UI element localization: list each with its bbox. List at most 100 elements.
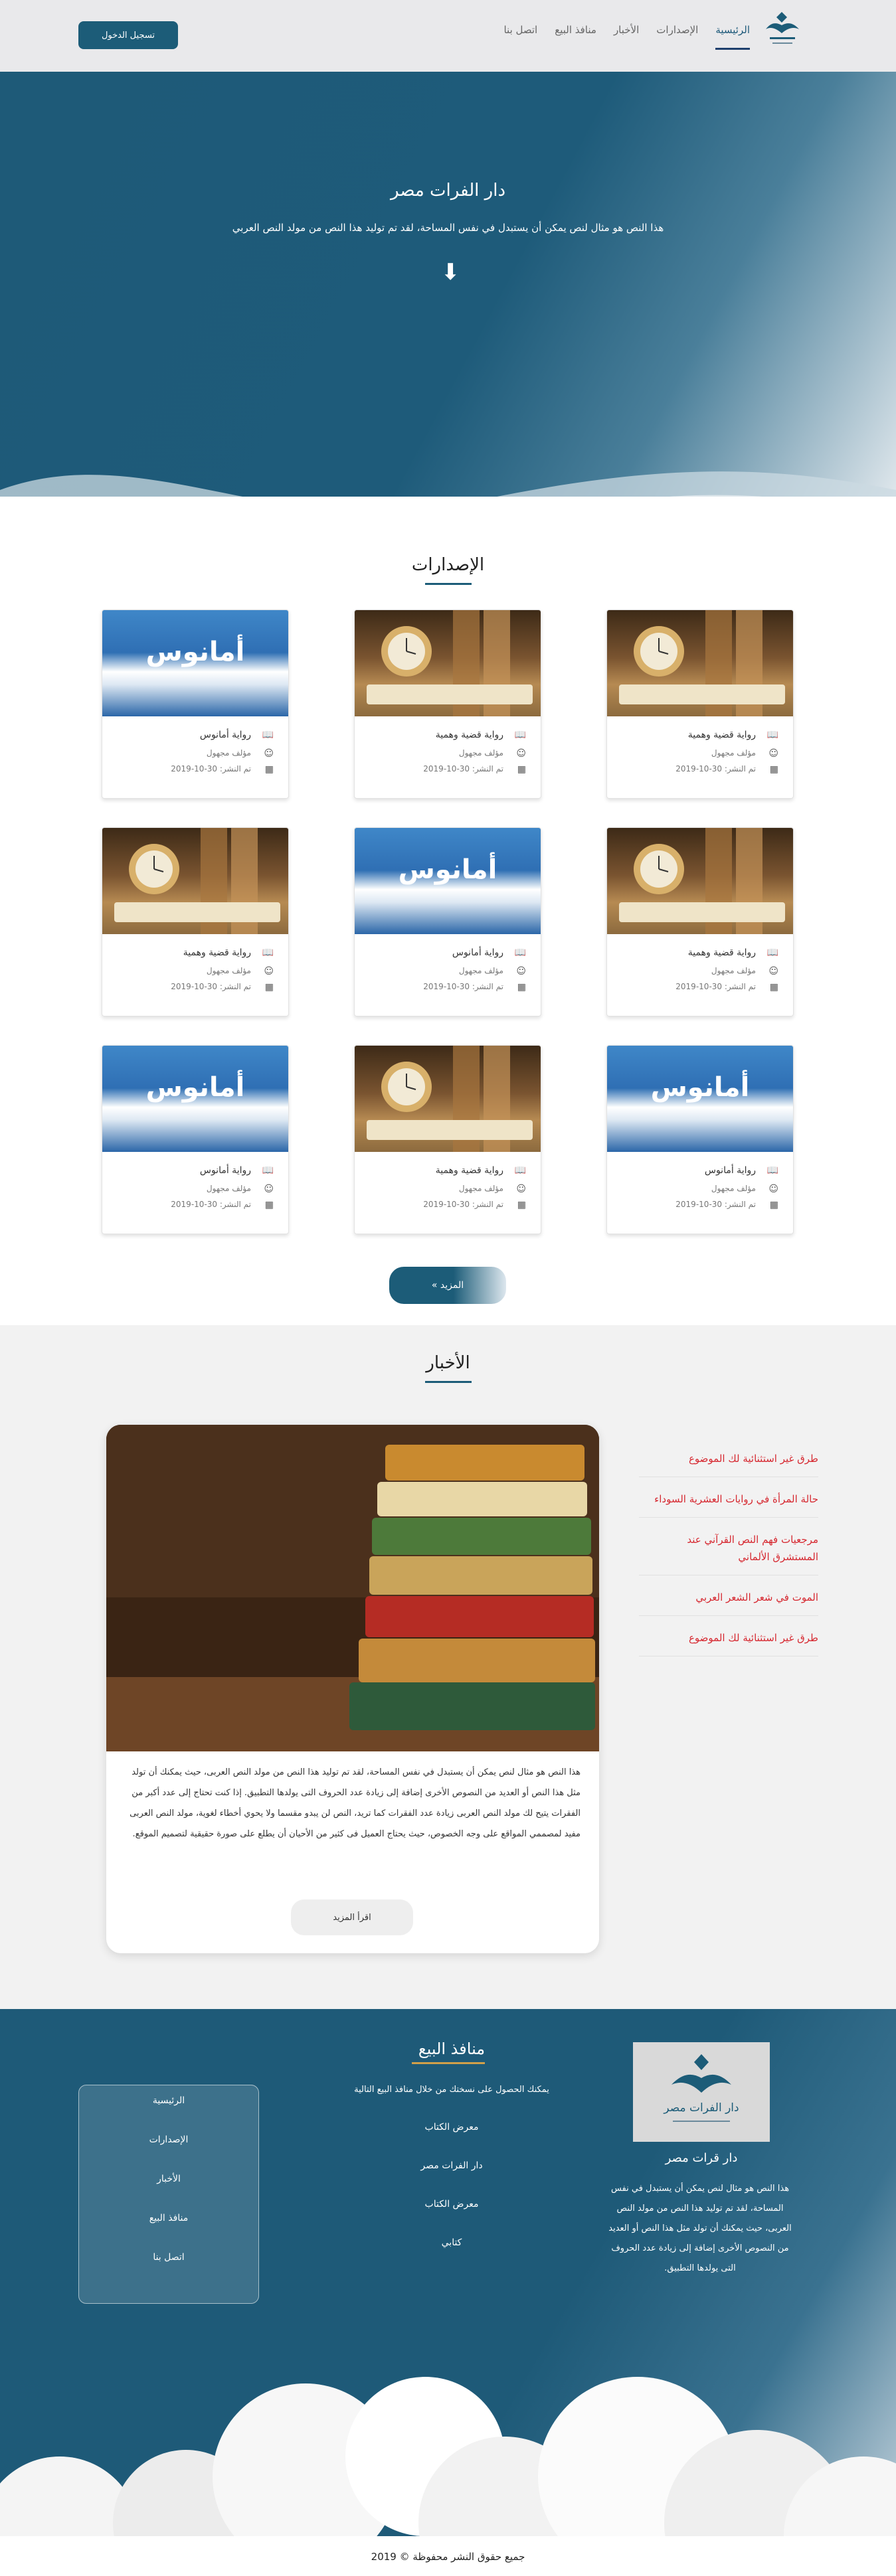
- book-author: مؤلف مجهول: [458, 748, 503, 758]
- release-card[interactable]: أمانوس 📖 رواية أمانوس ☺ مؤلف مجهول ▦ تم النشر:…: [606, 1045, 794, 1234]
- user-icon: ☺: [264, 1184, 274, 1194]
- book-icon: 📖: [766, 1165, 778, 1176]
- releases-underline: [425, 583, 472, 585]
- user-icon: ☺: [516, 748, 526, 759]
- book-title[interactable]: رواية أمانوس: [705, 1165, 756, 1176]
- footer-link-sales[interactable]: منافذ البيع: [78, 2213, 259, 2252]
- more-button[interactable]: المزيد »: [389, 1267, 506, 1304]
- arrow-down-icon[interactable]: ⬇: [441, 259, 460, 285]
- book-cover[interactable]: أمانوس: [355, 828, 541, 934]
- nav-link-home[interactable]: الرئيسية: [715, 24, 750, 50]
- book-date: تم النشر: 30-10-2019: [675, 982, 756, 991]
- news-card: هذا النص هو مثال لنص يمكن أن يستبدل في ن…: [106, 1425, 599, 1953]
- book-title[interactable]: رواية أمانوس: [200, 1165, 251, 1176]
- news-body: هذا النص هو مثال لنص يمكن أن يستبدل في ن…: [130, 1767, 581, 1839]
- calendar-icon: ▦: [517, 764, 526, 775]
- sales-point: معرض الكتاب: [424, 2199, 479, 2210]
- logo-icon[interactable]: [762, 11, 803, 53]
- news-link[interactable]: حالة المرأة في روايات العشرية السوداء: [639, 1487, 818, 1518]
- book-cover[interactable]: [355, 1046, 541, 1152]
- calendar-icon: ▦: [769, 982, 778, 993]
- news-image: [106, 1425, 599, 1751]
- hero-waves: [0, 471, 896, 497]
- news-underline: [425, 1381, 472, 1383]
- release-card[interactable]: 📖 رواية قضية وهمية ☺ مؤلف مجهول ▦ تم النشر: 3…: [606, 827, 794, 1016]
- book-title[interactable]: رواية قضية وهمية: [183, 947, 251, 958]
- read-more-button[interactable]: اقرأ المزيد: [291, 1899, 413, 1935]
- book-title[interactable]: رواية أمانوس: [452, 947, 503, 958]
- book-date: تم النشر: 30-10-2019: [423, 1200, 503, 1209]
- footer-brand: دار قرات مصر: [665, 2151, 738, 2165]
- book-date: تم النشر: 30-10-2019: [675, 764, 756, 773]
- release-card[interactable]: 📖 رواية قضية وهمية ☺ مؤلف مجهول ▦ تم النشر: 3…: [102, 827, 289, 1016]
- release-card[interactable]: أمانوس 📖 رواية أمانوس ☺ مؤلف مجهول ▦ تم النشر:…: [102, 609, 289, 799]
- sales-point: كتابي: [441, 2237, 462, 2248]
- footer-link-releases[interactable]: الإصدارات: [78, 2134, 259, 2174]
- footer-link-contact[interactable]: اتصل بنا: [78, 2252, 259, 2291]
- calendar-icon: ▦: [769, 1200, 778, 1210]
- release-card[interactable]: 📖 رواية قضية وهمية ☺ مؤلف مجهول ▦ تم النشر: 3…: [606, 609, 794, 799]
- cover-caption: أمانوس: [398, 854, 497, 885]
- book-title[interactable]: رواية قضية وهمية: [688, 947, 756, 958]
- calendar-icon: ▦: [264, 764, 274, 775]
- release-card[interactable]: 📖 رواية قضية وهمية ☺ مؤلف مجهول ▦ تم النشر: 3…: [354, 609, 541, 799]
- cover-caption: أمانوس: [145, 1072, 245, 1103]
- book-date: تم النشر: 30-10-2019: [171, 1200, 251, 1209]
- book-author: مؤلف مجهول: [711, 1184, 756, 1193]
- book-author: مؤلف مجهول: [206, 966, 251, 975]
- book-title[interactable]: رواية قضية وهمية: [688, 730, 756, 740]
- release-card[interactable]: أمانوس 📖 رواية أمانوس ☺ مؤلف مجهول ▦ تم النشر:…: [102, 1045, 289, 1234]
- news-links: طرق غير استثنائية لك الموضوع حالة المرأة…: [639, 1446, 818, 1666]
- book-cover[interactable]: [355, 610, 541, 716]
- user-icon: ☺: [516, 1184, 526, 1194]
- book-cover[interactable]: أمانوس: [102, 1046, 288, 1152]
- clock-cover-art: [367, 610, 533, 716]
- books-stack-image: [106, 1425, 599, 1751]
- news-link[interactable]: طرق غير استثنائية لك الموضوع: [639, 1446, 818, 1477]
- nav-link-sales[interactable]: منافذ البيع: [555, 24, 596, 50]
- news-link[interactable]: طرق غير استثنائية لك الموضوع: [639, 1625, 818, 1656]
- news-link[interactable]: مرجعيات فهم النص القرآني عند المستشرق ال…: [639, 1527, 818, 1575]
- clock-cover-art: [114, 828, 280, 934]
- release-card[interactable]: أمانوس 📖 رواية أمانوس ☺ مؤلف مجهول ▦ تم النشر:…: [354, 827, 541, 1016]
- calendar-icon: ▦: [769, 764, 778, 775]
- footer-link-news[interactable]: الأخبار: [78, 2174, 259, 2213]
- user-icon: ☺: [768, 1184, 778, 1194]
- news-title: الأخبار: [426, 1353, 470, 1373]
- nav-link-contact[interactable]: اتصل بنا: [503, 24, 537, 50]
- footer-link-home[interactable]: الرئيسية: [78, 2095, 259, 2134]
- news-link[interactable]: الموت في شعر الشعر العربي: [639, 1585, 818, 1616]
- footer-nav-list: الرئيسية الإصدارات الأخبار منافذ البيع ا…: [78, 2095, 259, 2291]
- nav-link-news[interactable]: الأخبار: [614, 24, 639, 50]
- book-title[interactable]: رواية أمانوس: [200, 730, 251, 740]
- book-cover[interactable]: أمانوس: [607, 1046, 793, 1152]
- book-author: مؤلف مجهول: [206, 1184, 251, 1193]
- book-icon: 📖: [514, 947, 526, 958]
- book-icon: 📖: [766, 947, 778, 958]
- book-cover[interactable]: [607, 828, 793, 934]
- footer-logo-icon: دار الفرات مصر: [663, 2054, 739, 2122]
- book-author: مؤلف مجهول: [458, 966, 503, 975]
- book-title[interactable]: رواية قضية وهمية: [436, 1165, 503, 1176]
- hero-title: دار الفرات مصر: [390, 181, 506, 201]
- release-card[interactable]: 📖 رواية قضية وهمية ☺ مؤلف مجهول ▦ تم النشر: 3…: [354, 1045, 541, 1234]
- footer-logo-text: دار الفرات مصر: [663, 2101, 739, 2115]
- user-icon: ☺: [264, 966, 274, 977]
- footer-sales-title: منافذ البيع: [418, 2040, 486, 2058]
- footer-logo[interactable]: دار الفرات مصر: [633, 2042, 770, 2142]
- user-icon: ☺: [264, 748, 274, 759]
- book-cover[interactable]: أمانوس: [102, 610, 288, 716]
- book-icon: 📖: [262, 947, 274, 958]
- book-cover[interactable]: [607, 610, 793, 716]
- login-button[interactable]: تسجيل الدخول: [78, 21, 178, 49]
- calendar-icon: ▦: [264, 982, 274, 993]
- user-icon: ☺: [768, 748, 778, 759]
- book-cover[interactable]: [102, 828, 288, 934]
- book-author: مؤلف مجهول: [711, 966, 756, 975]
- nav-link-releases[interactable]: الإصدارات: [656, 24, 698, 50]
- book-title[interactable]: رواية قضية وهمية: [436, 730, 503, 740]
- cover-caption: أمانوس: [145, 637, 245, 667]
- clock-cover-art: [619, 828, 785, 934]
- book-date: تم النشر: 30-10-2019: [675, 1200, 756, 1209]
- hero-text: هذا النص هو مثال لنص يمكن أن يستبدل في ن…: [232, 222, 664, 234]
